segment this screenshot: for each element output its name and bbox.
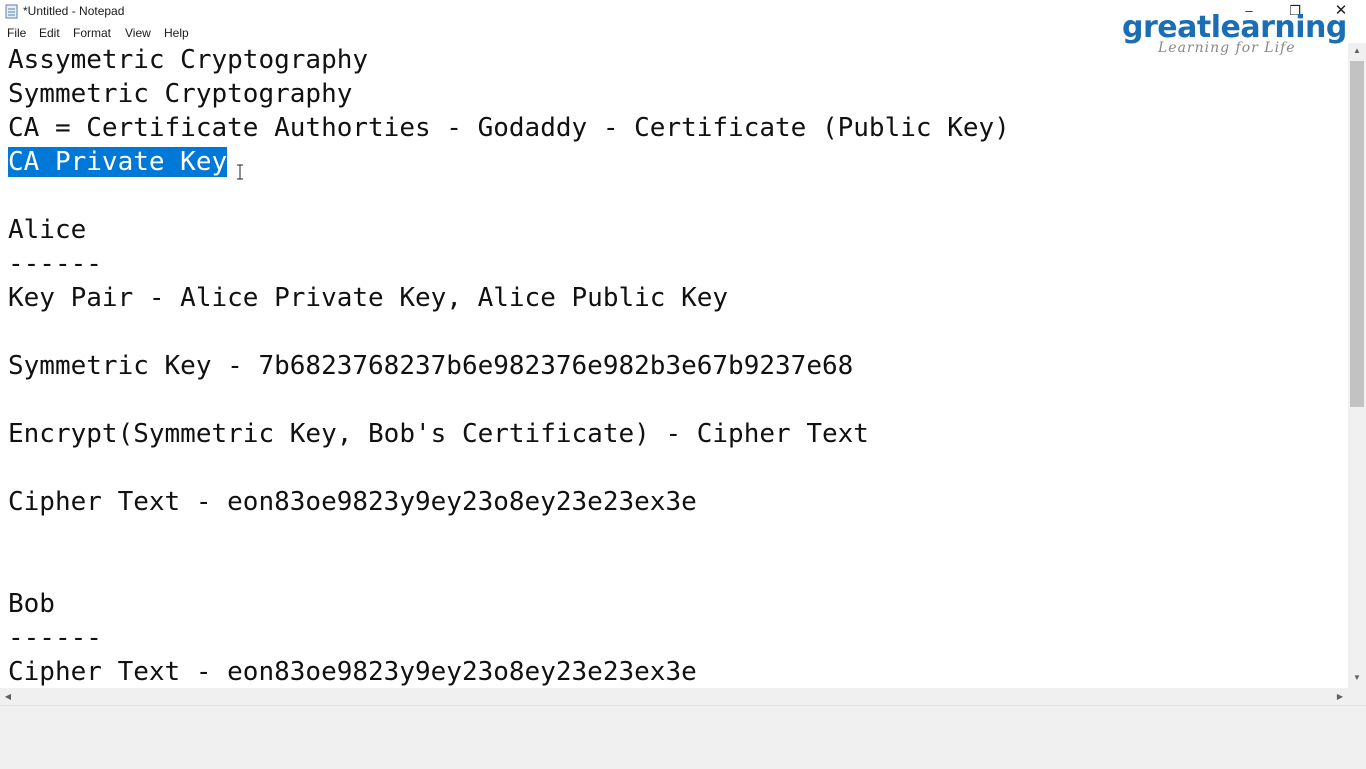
- selected-text[interactable]: CA Private Key: [8, 147, 228, 177]
- editor-line: ------: [8, 623, 102, 653]
- scroll-down-arrow-icon[interactable]: ▼: [1348, 670, 1366, 686]
- text-cursor-icon: [237, 164, 243, 180]
- editor-line: CA = Certificate Authorties - Godaddy - …: [8, 113, 1010, 143]
- editor-line: Assymetric Cryptography: [8, 45, 369, 75]
- editor-line: ------: [8, 249, 102, 279]
- greatlearning-logo: greatlearning Learning for Life: [1118, 10, 1350, 62]
- editor-line: Key Pair - Alice Private Key, Alice Publ…: [8, 283, 729, 313]
- editor-line-selected: CA Private Key: [8, 145, 228, 179]
- scrollbar-corner: [1348, 688, 1366, 705]
- menu-format[interactable]: Format: [73, 26, 111, 40]
- editor-line: Symmetric Key - 7b6823768237b6e982376e98…: [8, 351, 854, 381]
- menu-help[interactable]: Help: [164, 26, 189, 40]
- editor-line: Cipher Text - eon83oe9823y9ey23o8ey23e23…: [8, 487, 697, 517]
- scroll-up-arrow-icon[interactable]: ▲: [1348, 43, 1366, 59]
- status-area: [0, 705, 1366, 769]
- menu-edit[interactable]: Edit: [39, 26, 60, 40]
- scroll-left-arrow-icon[interactable]: ◀: [0, 688, 16, 705]
- editor-line: Cipher Text - eon83oe9823y9ey23o8ey23e23…: [8, 657, 697, 687]
- vertical-scroll-thumb[interactable]: [1350, 61, 1364, 407]
- scroll-right-arrow-icon[interactable]: ▶: [1332, 688, 1348, 705]
- notepad-icon: [5, 4, 18, 19]
- window-title: *Untitled - Notepad: [23, 4, 125, 18]
- editor-line: Bob: [8, 589, 55, 619]
- editor-line: Encrypt(Symmetric Key, Bob's Certificate…: [8, 419, 869, 449]
- logo-tagline: Learning for Life: [1158, 40, 1296, 56]
- editor-line: Symmetric Cryptography: [8, 79, 353, 109]
- text-editor[interactable]: Assymetric Cryptography Symmetric Crypto…: [0, 43, 1348, 688]
- horizontal-scrollbar[interactable]: ◀ ▶: [0, 688, 1348, 705]
- vertical-scrollbar[interactable]: ▲ ▼: [1348, 43, 1366, 688]
- menu-file[interactable]: File: [7, 26, 26, 40]
- menu-view[interactable]: View: [125, 26, 151, 40]
- editor-line: Alice: [8, 215, 87, 245]
